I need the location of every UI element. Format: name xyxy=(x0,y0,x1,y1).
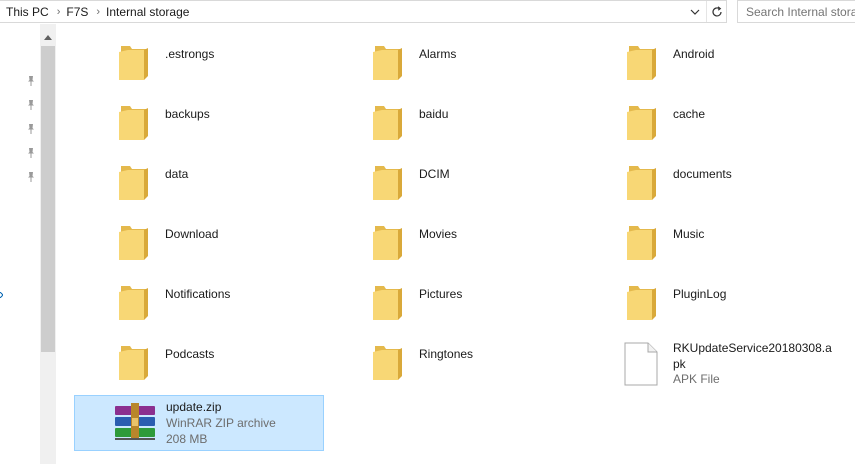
item-name: baidu xyxy=(419,107,449,121)
folder-icon xyxy=(373,106,402,140)
item-name: backups xyxy=(165,107,210,121)
file-type: WinRAR ZIP archive xyxy=(166,416,276,430)
item-name: RKUpdateService20180308.apk xyxy=(673,341,832,371)
item-name: .estrongs xyxy=(165,47,215,61)
item-name: Movies xyxy=(419,227,458,241)
file-type: APK File xyxy=(673,372,720,386)
breadcrumb: This PC › F7S › Internal storage xyxy=(0,1,189,22)
item-name: Ringtones xyxy=(419,347,474,361)
folder-icon xyxy=(373,46,402,80)
folder-icon xyxy=(119,166,148,200)
item-name: Android xyxy=(673,47,715,61)
folder-icon xyxy=(627,226,656,260)
folder-icon xyxy=(627,106,656,140)
folder-icon xyxy=(627,286,656,320)
scroll-up-button[interactable] xyxy=(40,30,56,44)
address-toolbar: This PC › F7S › Internal storage xyxy=(0,0,855,24)
file-list[interactable]: update.zip WinRAR ZIP archive 208 MB .es… xyxy=(56,24,855,464)
item-name: Music xyxy=(673,227,705,241)
folder-item[interactable]: Download xyxy=(56,204,306,264)
scroll-up-arrow-icon xyxy=(44,34,52,40)
item-name: Podcasts xyxy=(165,347,215,361)
item-name: PluginLog xyxy=(673,287,727,301)
folder-icon xyxy=(119,46,148,80)
folder-item[interactable]: data xyxy=(56,144,306,204)
file-item[interactable]: RKUpdateService20180308.apk APK File xyxy=(564,324,832,386)
folder-icon xyxy=(373,166,402,200)
item-name: documents xyxy=(673,167,732,181)
address-bar[interactable]: This PC › F7S › Internal storage xyxy=(0,0,727,23)
item-name: Download xyxy=(165,227,219,241)
folder-icon xyxy=(119,226,148,260)
folder-item[interactable]: Music xyxy=(564,204,814,264)
item-name: Alarms xyxy=(419,47,457,61)
folder-item[interactable]: Ringtones xyxy=(310,324,560,384)
scrollbar-thumb[interactable] xyxy=(41,46,55,352)
folder-icon xyxy=(373,226,402,260)
folder-icon xyxy=(119,286,148,320)
folder-item[interactable]: Notifications xyxy=(56,264,306,324)
file-icon xyxy=(624,342,658,386)
address-history-dropdown[interactable] xyxy=(686,1,704,22)
folder-icon xyxy=(119,106,148,140)
folder-item[interactable]: DCIM xyxy=(310,144,560,204)
item-name: data xyxy=(165,167,189,181)
folder-item[interactable]: Pictures xyxy=(310,264,560,324)
pin-icon[interactable] xyxy=(24,122,38,136)
folder-item[interactable]: Alarms xyxy=(310,24,560,84)
item-name: DCIM xyxy=(419,167,450,181)
refresh-button[interactable] xyxy=(706,1,726,22)
nav-item-marker xyxy=(0,292,3,298)
folder-item[interactable]: Android xyxy=(564,24,814,84)
chevron-right-icon[interactable]: › xyxy=(49,6,67,18)
navigation-pane[interactable] xyxy=(0,24,40,464)
chevron-right-icon[interactable]: › xyxy=(88,6,106,18)
item-name: Notifications xyxy=(165,287,231,301)
file-item-update-zip[interactable]: update.zip WinRAR ZIP archive 208 MB xyxy=(74,395,324,451)
breadcrumb-internal-storage[interactable]: Internal storage xyxy=(106,5,189,19)
winrar-archive-icon xyxy=(115,403,155,440)
folder-icon xyxy=(627,46,656,80)
folder-icon xyxy=(119,346,148,380)
folder-item[interactable]: cache xyxy=(564,84,814,144)
chevron-down-icon xyxy=(690,9,700,15)
folder-icon xyxy=(373,346,402,380)
folder-item[interactable]: Podcasts xyxy=(56,324,306,384)
search-input[interactable] xyxy=(737,0,855,23)
folder-item[interactable]: backups xyxy=(56,84,306,144)
file-name: update.zip xyxy=(166,400,222,414)
folder-item[interactable]: Movies xyxy=(310,204,560,264)
pin-icon[interactable] xyxy=(24,146,38,160)
folder-icon xyxy=(627,166,656,200)
breadcrumb-f7s[interactable]: F7S xyxy=(66,5,88,19)
folder-item[interactable]: PluginLog xyxy=(564,264,814,324)
item-name: Pictures xyxy=(419,287,463,301)
item-name: cache xyxy=(673,107,706,121)
file-size: 208 MB xyxy=(166,432,208,446)
folder-item[interactable]: .estrongs xyxy=(56,24,306,84)
folder-item[interactable]: documents xyxy=(564,144,814,204)
vertical-scrollbar[interactable] xyxy=(40,24,56,464)
breadcrumb-this-pc[interactable]: This PC xyxy=(6,5,49,19)
pin-icon[interactable] xyxy=(24,98,38,112)
folder-icon xyxy=(373,286,402,320)
folder-item[interactable]: baidu xyxy=(310,84,560,144)
refresh-icon xyxy=(711,5,722,17)
pin-icon[interactable] xyxy=(24,74,38,88)
pin-icon[interactable] xyxy=(24,170,38,184)
